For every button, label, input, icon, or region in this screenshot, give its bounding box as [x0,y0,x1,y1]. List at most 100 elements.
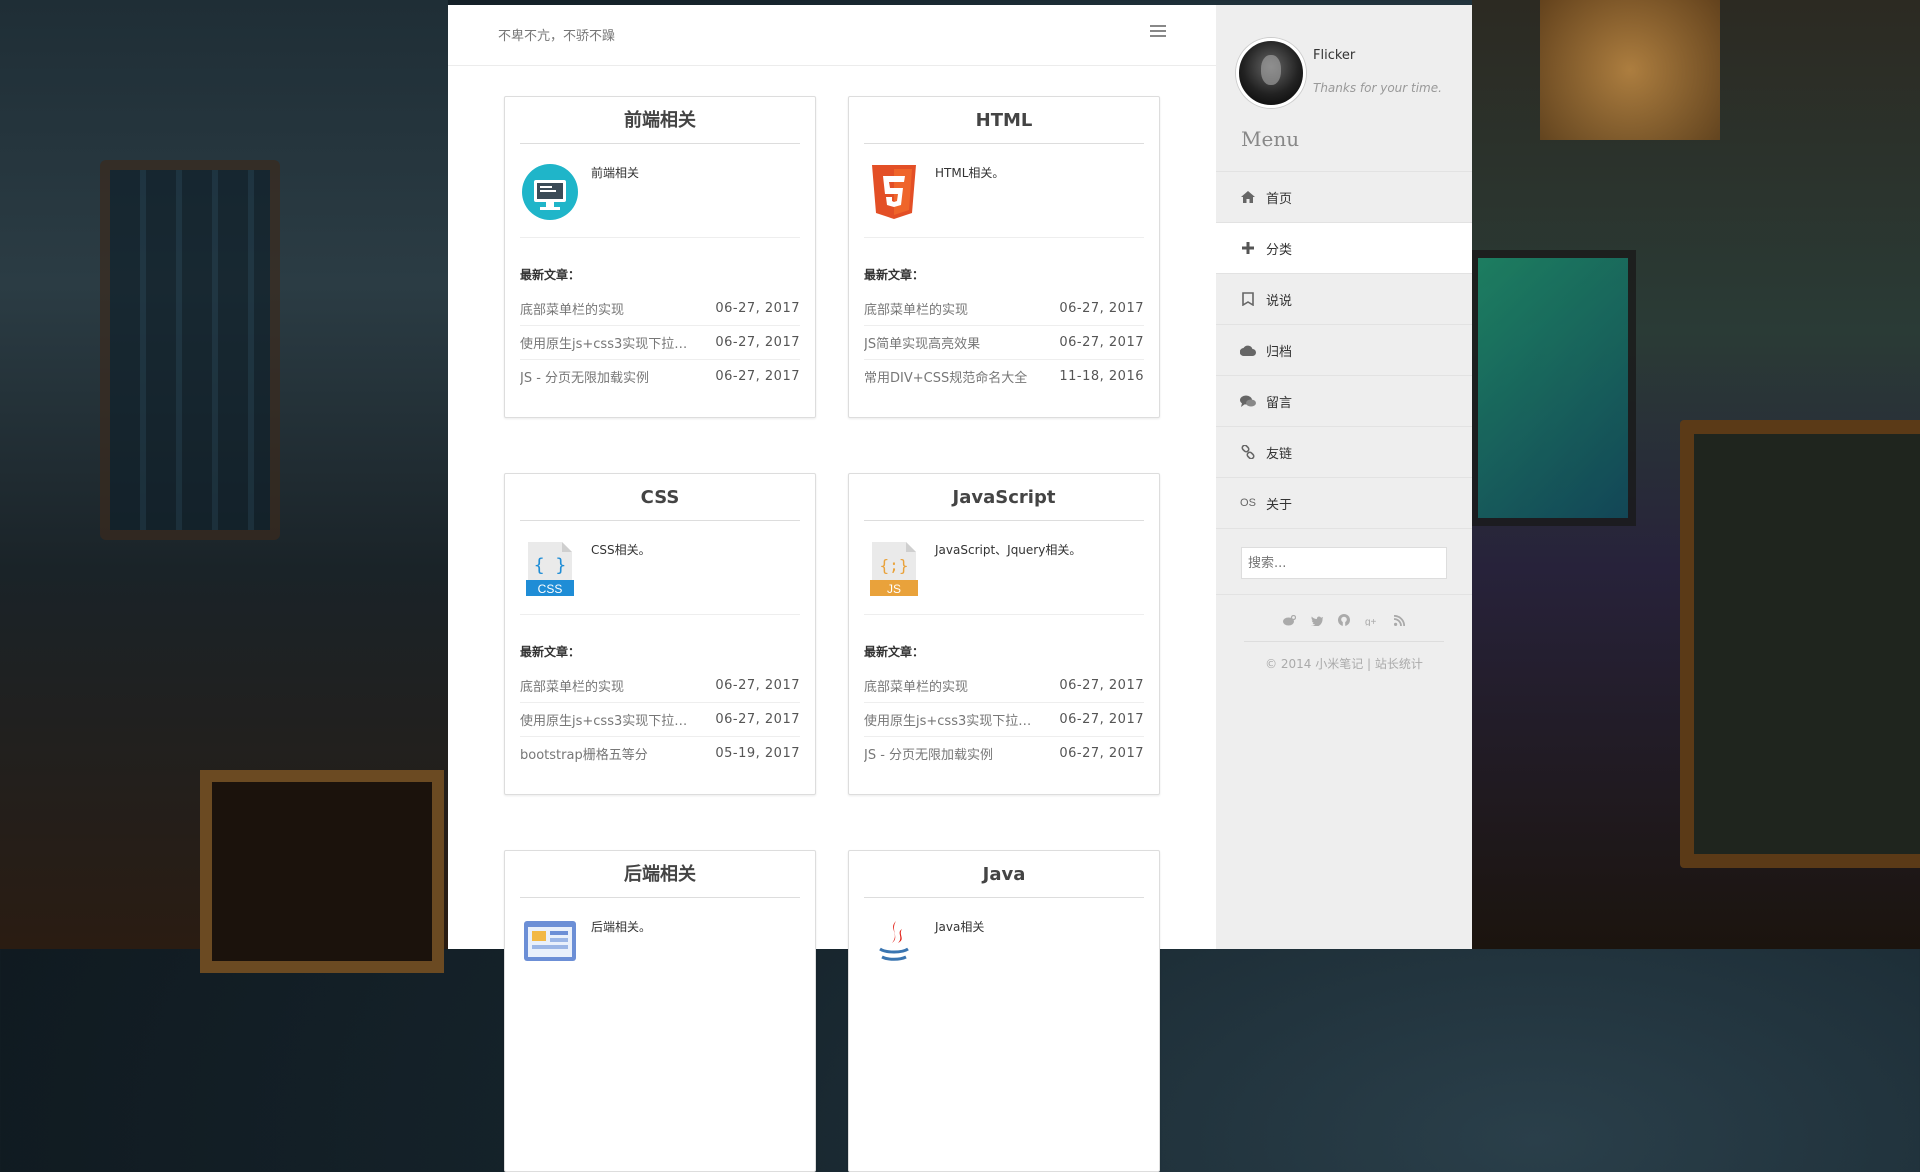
html5-icon[interactable] [866,163,922,221]
post-link[interactable]: bootstrap栅格五等分 [520,744,648,763]
post-date: 06-27, 2017 [1059,746,1144,761]
sidebar-item-label: 说说 [1266,293,1293,309]
menu-toggle-icon[interactable] [1150,25,1166,39]
sidebar-item-talk[interactable]: 说说 [1216,273,1472,324]
post-link[interactable]: 常用DIV+CSS规范命名大全 [864,367,1027,386]
post-link[interactable]: 底部菜单栏的实现 [520,676,624,695]
sidebar-item-label: 归档 [1266,344,1293,360]
post-link[interactable]: JS - 分页无限加载实例 [520,367,649,386]
card-title[interactable]: CSS [520,486,800,521]
post-list: 底部菜单栏的实现 06-27, 2017 JS简单实现高亮效果 06-27, 201… [864,292,1144,393]
latest-posts-label: 最新文章： [520,645,581,659]
backend-icon[interactable] [522,917,578,975]
post-date: 05-19, 2017 [715,746,800,761]
svg-text:{ }: { } [534,555,567,576]
sidebar-item-categories[interactable]: 分类 [1216,222,1472,273]
post-date: 06-27, 2017 [715,301,800,316]
twitter-icon[interactable] [1310,615,1323,629]
svg-text:JS: JS [887,582,901,596]
sidebar-item-label: 分类 [1266,242,1293,258]
svg-text:g+: g+ [1365,617,1377,626]
divider [864,614,1144,615]
card-description: JavaScript、Jquery相关。 [935,543,1082,557]
google-plus-icon[interactable]: g+ [1365,615,1379,629]
site-footer: © 2014 小米笔记 | 站长统计 [1265,657,1423,671]
comments-icon [1240,394,1256,408]
post-link[interactable]: JS简单实现高亮效果 [864,333,980,352]
social-links: g+ [1216,611,1472,630]
author-name[interactable]: Flicker [1313,48,1355,63]
post-link[interactable]: 底部菜单栏的实现 [520,299,624,318]
sidebar-item-label: 关于 [1266,497,1293,513]
sidebar-item-links[interactable]: 友链 [1216,426,1472,477]
search-input[interactable] [1241,547,1447,579]
post-link[interactable]: 底部菜单栏的实现 [864,676,968,695]
latest-posts-label: 最新文章： [864,268,925,282]
list-item: 底部菜单栏的实现 06-27, 2017 [520,292,800,326]
post-link[interactable]: JS - 分页无限加载实例 [864,744,993,763]
card-title[interactable]: HTML [864,109,1144,144]
list-item: JS - 分页无限加载实例 06-27, 2017 [520,360,800,393]
css-file-icon[interactable]: { } CSS [522,540,578,598]
latest-posts-label: 最新文章： [864,645,925,659]
sidebar-item-archive[interactable]: 归档 [1216,324,1472,375]
list-item: 底部菜单栏的实现 06-27, 2017 [864,669,1144,703]
card-title[interactable]: Java [864,863,1144,898]
avatar[interactable] [1236,38,1306,108]
background-lamp [1540,0,1720,140]
card-description: Java相关 [935,920,985,934]
card-title[interactable]: 前端相关 [520,109,800,144]
list-item: JS - 分页无限加载实例 06-27, 2017 [864,737,1144,770]
post-date: 06-27, 2017 [715,335,800,350]
post-link[interactable]: 使用原生js+css3实现下拉刷新 [864,710,1042,729]
category-card: 后端相关 后端相关。 [504,850,816,1172]
os-icon: OS [1240,497,1256,509]
list-item: 底部菜单栏的实现 06-27, 2017 [864,292,1144,326]
background-window [100,160,280,540]
card-title[interactable]: 后端相关 [520,863,800,898]
list-item: 常用DIV+CSS规范命名大全 11-18, 2016 [864,360,1144,393]
sidebar-item-label: 留言 [1266,395,1293,411]
sidebar-item-home[interactable]: 首页 [1216,171,1472,222]
sidebar-item-label: 友链 [1266,446,1293,462]
background-photo-left [0,0,448,949]
card-description: 后端相关。 [591,920,652,934]
category-card: HTML HTML相关。 最新文章： 底部菜单栏的实现 06-27, 2017 J… [848,96,1160,418]
card-title[interactable]: JavaScript [864,486,1144,521]
sidebar-nav: 首页 分类 说说 归档 留言 友链 OS 关于 [1216,171,1472,528]
author-tagline: Thanks for your time. [1313,81,1442,95]
post-date: 06-27, 2017 [715,369,800,384]
post-date: 06-27, 2017 [1059,678,1144,693]
java-icon[interactable] [866,917,922,975]
category-card: JavaScript {;} JS JavaScript、Jquery相关。 最… [848,473,1160,795]
js-file-icon[interactable]: {;} JS [866,540,922,598]
bookmark-icon [1240,292,1256,306]
post-list: 底部菜单栏的实现 06-27, 2017 使用原生js+css3实现下拉刷新 06-… [520,292,800,393]
rss-icon[interactable] [1394,614,1406,629]
link-icon [1240,445,1256,459]
search-area [1216,528,1472,595]
monitor-icon[interactable] [522,163,578,221]
category-card: Java Java相关 [848,850,1160,1172]
home-icon [1240,190,1256,204]
top-bar: 不卑不亢，不骄不躁 [448,5,1216,66]
sidebar-item-about[interactable]: OS 关于 [1216,477,1472,528]
background-stained-glass [1470,250,1636,526]
post-link[interactable]: 底部菜单栏的实现 [864,299,968,318]
card-description: 前端相关 [591,166,640,180]
post-link[interactable]: 使用原生js+css3实现下拉刷新 [520,333,698,352]
github-icon[interactable] [1338,614,1350,629]
post-date: 11-18, 2016 [1059,369,1144,384]
list-item: 使用原生js+css3实现下拉刷新 06-27, 2017 [520,703,800,737]
post-date: 06-27, 2017 [715,712,800,727]
cloud-icon [1240,343,1256,357]
category-card: 前端相关 前端相关 最新文章： 底部菜单栏的实现 06-27, 2017 使用原生… [504,96,816,418]
card-description: HTML相关。 [935,166,1005,180]
svg-text:{;}: {;} [880,556,909,575]
latest-posts-label: 最新文章： [520,268,581,282]
background-chalkboard-left [200,770,444,973]
weibo-icon[interactable] [1282,614,1296,629]
post-link[interactable]: 使用原生js+css3实现下拉刷新 [520,710,698,729]
sidebar-item-messages[interactable]: 留言 [1216,375,1472,426]
background-chalkboard-right [1680,420,1920,868]
